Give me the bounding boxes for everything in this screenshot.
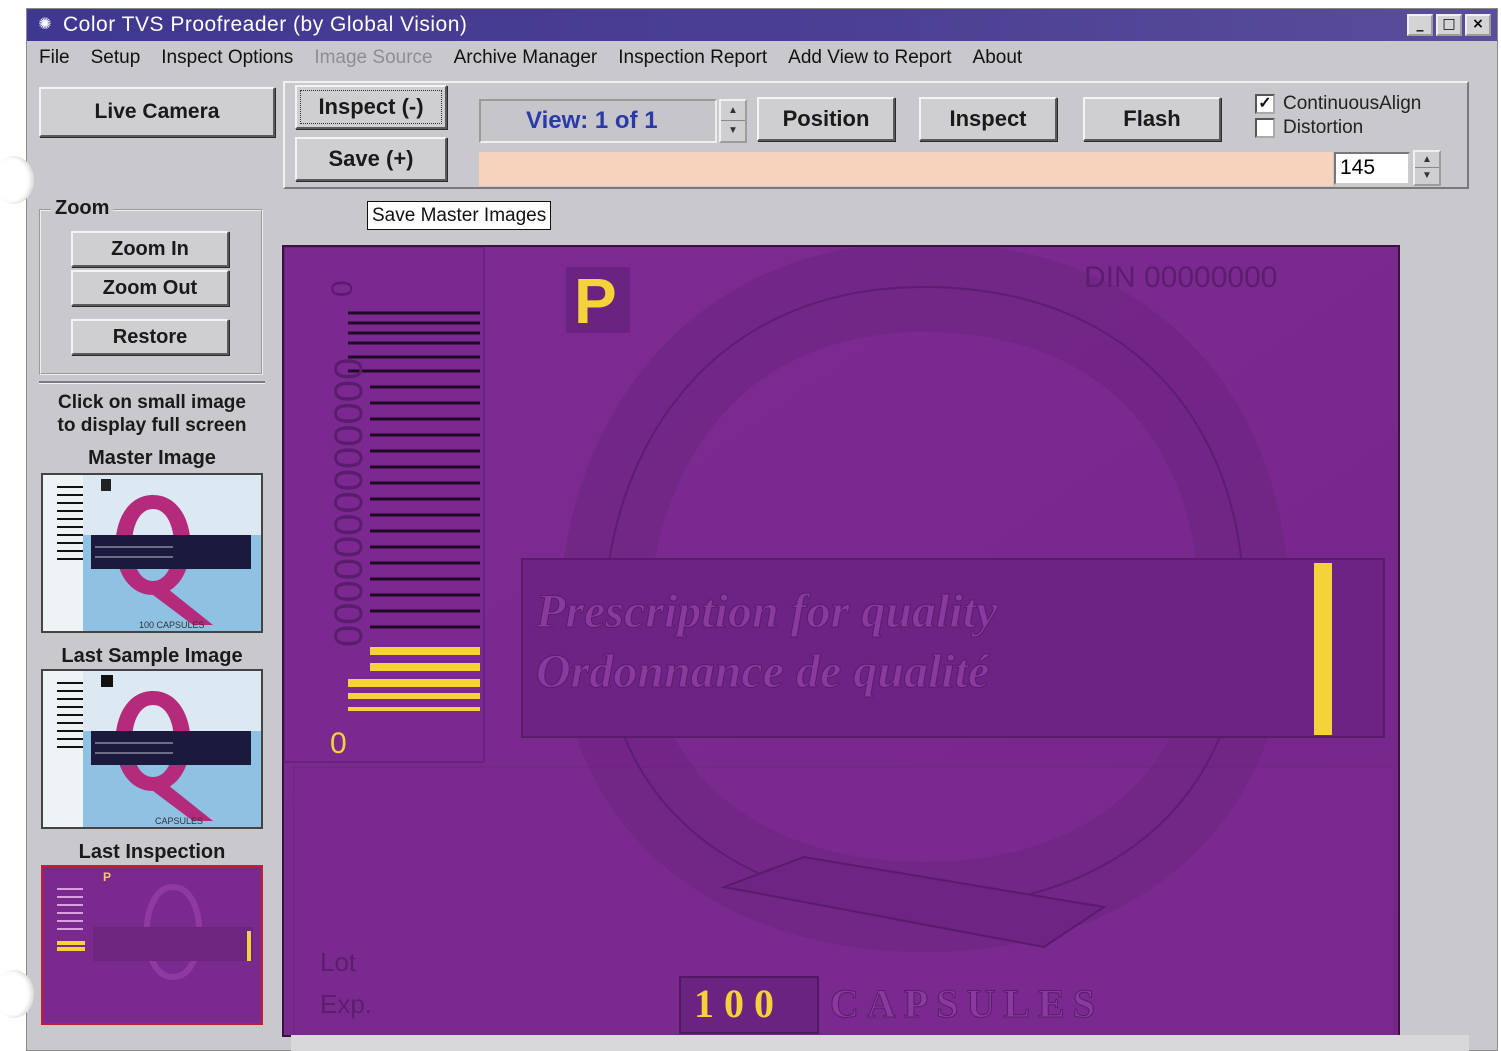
exp-label: Exp. xyxy=(320,989,372,1019)
spin-down-icon[interactable]: ▼ xyxy=(1415,168,1439,184)
hint-line-1: Click on small image xyxy=(58,392,246,413)
progress-bar xyxy=(479,152,1333,186)
menu-archive-manager[interactable]: Archive Manager xyxy=(454,47,598,69)
distortion-label: Distortion xyxy=(1283,117,1364,138)
spin-down-icon[interactable]: ▼ xyxy=(721,121,745,141)
distortion-checkbox[interactable]: Distortion xyxy=(1255,117,1363,139)
tagline-fr: Ordonnance de qualité xyxy=(536,645,991,698)
lot-label: Lot xyxy=(320,947,357,977)
live-camera-button[interactable]: Live Camera xyxy=(39,87,275,137)
divider xyxy=(39,381,265,384)
menu-add-view-to-report[interactable]: Add View to Report xyxy=(788,47,951,69)
hint-text: Click on small image to display full scr… xyxy=(39,391,265,437)
count-unit: CAPSULES xyxy=(830,981,1103,1026)
barcode-bottom-zero: 0 xyxy=(330,727,347,760)
restore-button[interactable]: Restore xyxy=(71,319,229,355)
thumb-count-sample: CAPSULES xyxy=(155,816,203,826)
tagline-en: Prescription for quality xyxy=(535,585,998,638)
continuous-align-label: ContinuousAlign xyxy=(1283,93,1422,114)
flash-button[interactable]: Flash xyxy=(1083,97,1221,141)
checkmark-icon[interactable]: ✓ xyxy=(1255,94,1275,114)
view-counter: View: 1 of 1 xyxy=(479,99,717,143)
inspect-button[interactable]: Inspect xyxy=(919,97,1057,141)
position-button[interactable]: Position xyxy=(757,97,895,141)
inspect-minus-button[interactable]: Inspect (-) xyxy=(295,85,447,129)
last-sample-image-label: Last Sample Image xyxy=(61,645,243,667)
spin-up-icon[interactable]: ▲ xyxy=(721,101,745,121)
hint-line-2: to display full screen xyxy=(57,415,247,436)
tooltip: Save Master Images xyxy=(367,201,552,230)
minimize-icon[interactable]: _ xyxy=(1407,14,1433,36)
window-title: Color TVS Proofreader (by Global Vision) xyxy=(63,13,468,36)
p-mark: P xyxy=(574,265,617,337)
main-inspection-image[interactable]: 0000000000000 0 0 P DIN 00000000 Prescri… xyxy=(282,245,1400,1037)
menu-inspection-report[interactable]: Inspection Report xyxy=(618,47,767,69)
app-icon: ✺ xyxy=(38,16,52,33)
threshold-spinner[interactable]: ▲ ▼ xyxy=(1413,150,1441,186)
thumb-count-master: 100 CAPSULES xyxy=(139,620,205,630)
master-image-label: Master Image xyxy=(88,447,216,469)
view-spinner[interactable]: ▲ ▼ xyxy=(719,99,747,143)
menu-image-source[interactable]: Image Source xyxy=(314,47,432,69)
threshold-field[interactable]: 145 xyxy=(1334,152,1410,185)
horizontal-scrollbar[interactable] xyxy=(291,1035,1469,1051)
save-plus-button[interactable]: Save (+) xyxy=(295,137,447,181)
barcode-digits: 0000000000000 xyxy=(327,358,371,647)
count-value: 100 xyxy=(694,981,784,1026)
zoom-group-label: Zoom xyxy=(51,197,114,220)
spin-up-icon[interactable]: ▲ xyxy=(1415,152,1439,168)
thumb-p-mark: P xyxy=(103,870,111,884)
master-image-thumbnail[interactable]: 100 CAPSULES xyxy=(41,473,263,633)
last-inspection-label: Last Inspection xyxy=(78,841,226,863)
zoom-in-button[interactable]: Zoom In xyxy=(71,231,229,267)
maximize-icon[interactable]: □ xyxy=(1436,14,1462,36)
zoom-out-button[interactable]: Zoom Out xyxy=(71,270,229,306)
continuous-align-checkbox[interactable]: ✓ ContinuousAlign xyxy=(1255,93,1421,115)
app-window: ✺ Color TVS Proofreader (by Global Visio… xyxy=(26,8,1498,1051)
package-artwork: 0000000000000 0 0 P DIN 00000000 Prescri… xyxy=(284,247,1398,1035)
title-bar: ✺ Color TVS Proofreader (by Global Visio… xyxy=(27,9,1497,41)
menu-setup[interactable]: Setup xyxy=(91,47,141,69)
close-icon[interactable]: × xyxy=(1465,14,1491,36)
unchecked-box-icon[interactable] xyxy=(1255,118,1275,138)
window-controls: _ □ × xyxy=(1407,14,1491,36)
barcode-top-zero: 0 xyxy=(326,280,359,297)
menu-bar: File Setup Inspect Options Image Source … xyxy=(27,43,1497,73)
menu-about[interactable]: About xyxy=(973,47,1023,69)
menu-inspect-options[interactable]: Inspect Options xyxy=(161,47,293,69)
last-inspection-thumbnail[interactable]: P xyxy=(41,865,263,1025)
last-sample-image-thumbnail[interactable]: CAPSULES xyxy=(41,669,263,829)
din-number: DIN 00000000 xyxy=(1084,261,1277,294)
menu-file[interactable]: File xyxy=(39,47,70,69)
